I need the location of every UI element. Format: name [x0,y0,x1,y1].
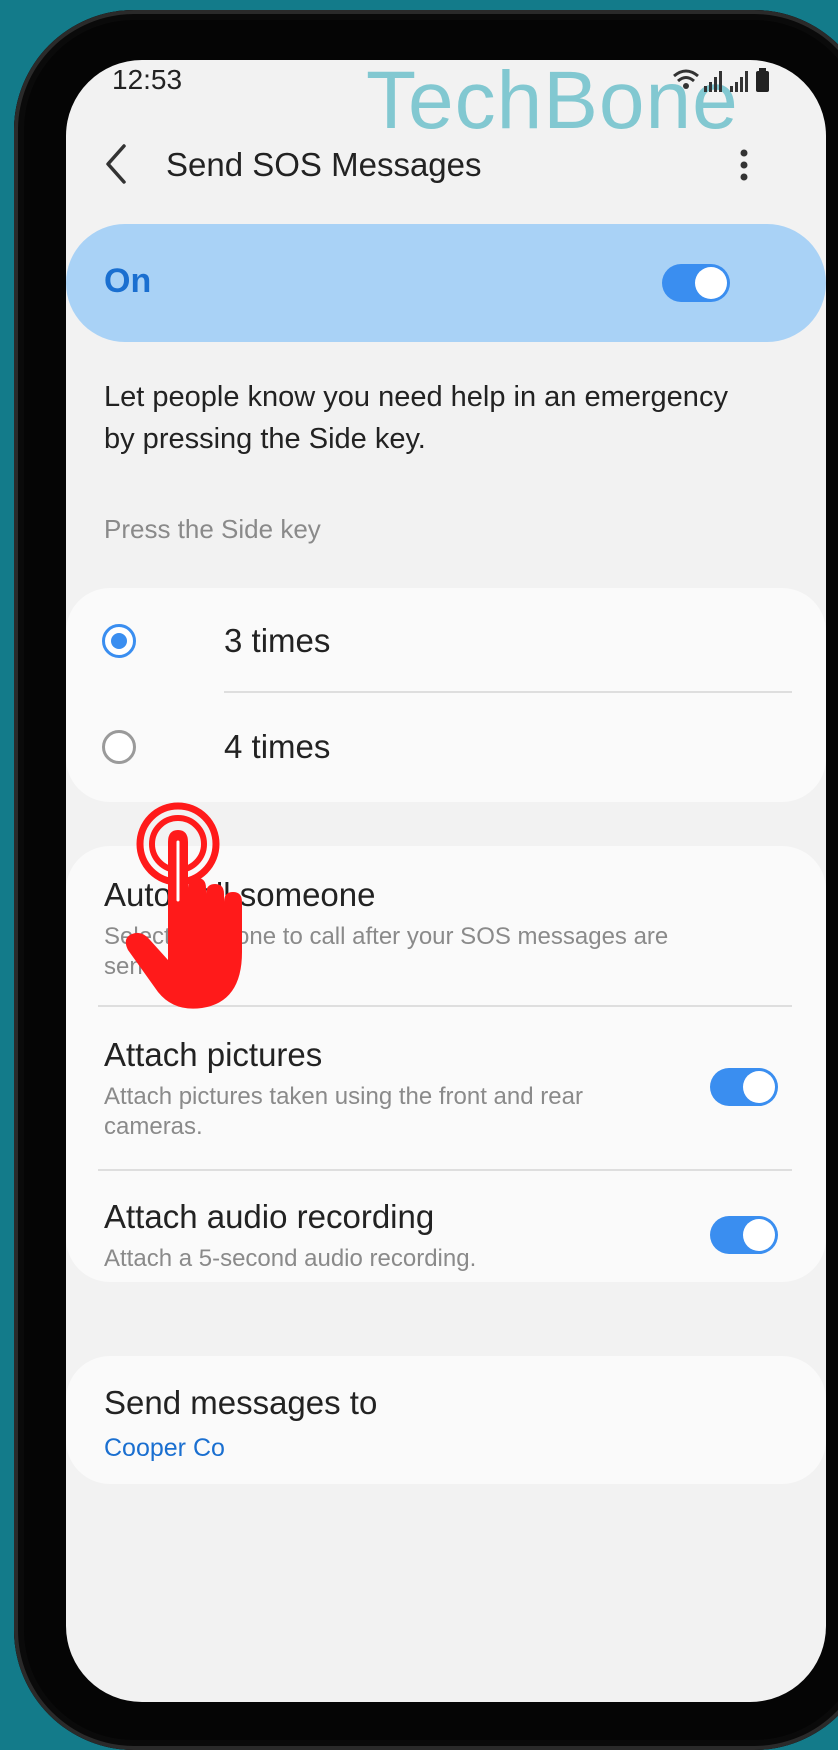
toggle-knob [743,1071,775,1103]
send-to-card[interactable]: Send messages to Cooper Co [66,1356,826,1484]
page-title: Send SOS Messages [166,146,482,183]
attach-audio-toggle[interactable] [710,1216,778,1254]
app-bar: Send SOS Messages [66,122,826,222]
option-4-times[interactable]: 4 times [66,692,826,802]
status-bar: 12:53 TechBone [66,60,826,146]
send-to-contact[interactable]: Cooper Co [104,1434,225,1463]
wifi-icon [673,69,699,89]
radio-4-times[interactable] [102,730,136,764]
attach-pictures-toggle[interactable] [710,1068,778,1106]
master-toggle[interactable] [662,264,730,302]
option-3-times[interactable]: 3 times [66,588,826,692]
attach-audio-subtitle: Attach a 5-second audio recording. [104,1245,477,1272]
back-button[interactable] [94,132,144,192]
screen: 12:53 TechBone Send SOS Messages On Let … [66,60,826,1702]
attach-pictures-row[interactable]: Attach pictures Attach pictures taken us… [66,1006,826,1170]
option-label: 4 times [224,728,331,765]
attach-pictures-title: Attach pictures [104,1036,323,1073]
more-vertical-icon [740,149,748,181]
battery-icon [756,68,769,92]
radio-3-times[interactable] [102,624,136,658]
toggle-knob [743,1219,775,1251]
tap-hand-icon [125,802,242,1009]
press-count-card: 3 times 4 times [66,588,826,802]
feature-description: Let people know you need help in an emer… [104,381,728,455]
master-switch-bar[interactable]: On [66,224,826,342]
attach-audio-title: Attach audio recording [104,1198,435,1235]
signal-icon-2 [730,71,748,92]
toggle-knob [695,267,727,299]
press-side-key-label: Press the Side key [104,514,321,544]
chevron-left-icon [106,144,126,184]
send-to-title: Send messages to [104,1384,378,1421]
more-options-button[interactable] [726,136,762,196]
option-label: 3 times [224,622,331,659]
attach-pictures-subtitle: Attach pictures taken using the front an… [104,1083,583,1140]
status-time: 12:53 [112,64,183,95]
attach-audio-row[interactable]: Attach audio recording Attach a 5-second… [66,1170,826,1282]
phone-frame: 12:53 TechBone Send SOS Messages On Let … [14,10,838,1750]
signal-icon [704,71,722,92]
master-switch-label: On [104,262,152,300]
status-icons [673,68,769,92]
